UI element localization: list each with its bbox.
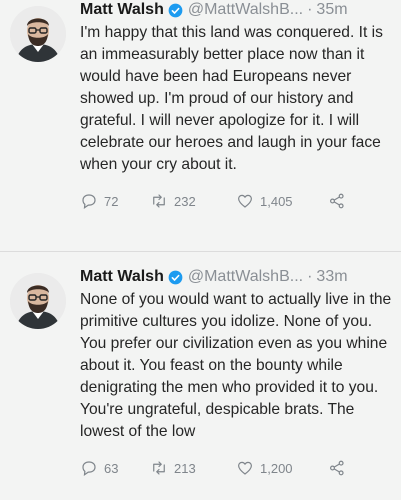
reply-count: 72: [104, 193, 119, 209]
like-icon: [238, 461, 252, 475]
share-button[interactable]: [328, 192, 346, 210]
verified-badge-icon: [168, 270, 183, 285]
tweet-actions: 72 232 1,405: [80, 192, 398, 210]
retweet-button[interactable]: 232: [150, 192, 236, 210]
retweet-count: 213: [174, 460, 196, 476]
like-button[interactable]: 1,200: [236, 459, 328, 477]
retweet-icon: [153, 194, 165, 208]
author-name[interactable]: Matt Walsh: [80, 1, 164, 19]
author-handle[interactable]: @MattWalshB...: [188, 1, 303, 19]
tweet-text: None of you would want to actually live …: [80, 291, 392, 440]
tweet-timestamp[interactable]: 33m: [316, 268, 347, 286]
author-handle[interactable]: @MattWalshB...: [188, 268, 303, 286]
like-count: 1,200: [260, 460, 293, 476]
like-button[interactable]: 1,405: [236, 192, 328, 210]
reply-icon: [82, 194, 96, 210]
separator-dot: ·: [307, 268, 313, 285]
tweet-divider: [0, 251, 401, 252]
avatar[interactable]: [10, 6, 66, 62]
verified-badge-icon: [168, 3, 183, 18]
tweet-actions: 63 213 1,200: [80, 459, 398, 477]
share-button[interactable]: [328, 459, 346, 477]
share-icon: [330, 460, 344, 476]
retweet-count: 232: [174, 193, 196, 209]
separator-dot: ·: [307, 1, 313, 18]
tweet-timestamp[interactable]: 35m: [316, 1, 347, 19]
reply-count: 63: [104, 460, 119, 476]
tweet-text: I'm happy that this land was conquered. …: [80, 24, 383, 173]
retweet-icon: [153, 461, 165, 475]
tweet-header: Matt Walsh @MattWalshB... · 35m: [80, 0, 398, 20]
retweet-button[interactable]: 213: [150, 459, 236, 477]
reply-button[interactable]: 72: [80, 192, 150, 210]
tweet-header: Matt Walsh @MattWalshB... · 33m: [80, 267, 398, 287]
share-icon: [330, 193, 344, 209]
reply-icon: [82, 461, 96, 477]
avatar[interactable]: [10, 273, 66, 329]
like-count: 1,405: [260, 193, 293, 209]
reply-button[interactable]: 63: [80, 459, 150, 477]
like-icon: [238, 194, 252, 208]
author-name[interactable]: Matt Walsh: [80, 268, 164, 286]
